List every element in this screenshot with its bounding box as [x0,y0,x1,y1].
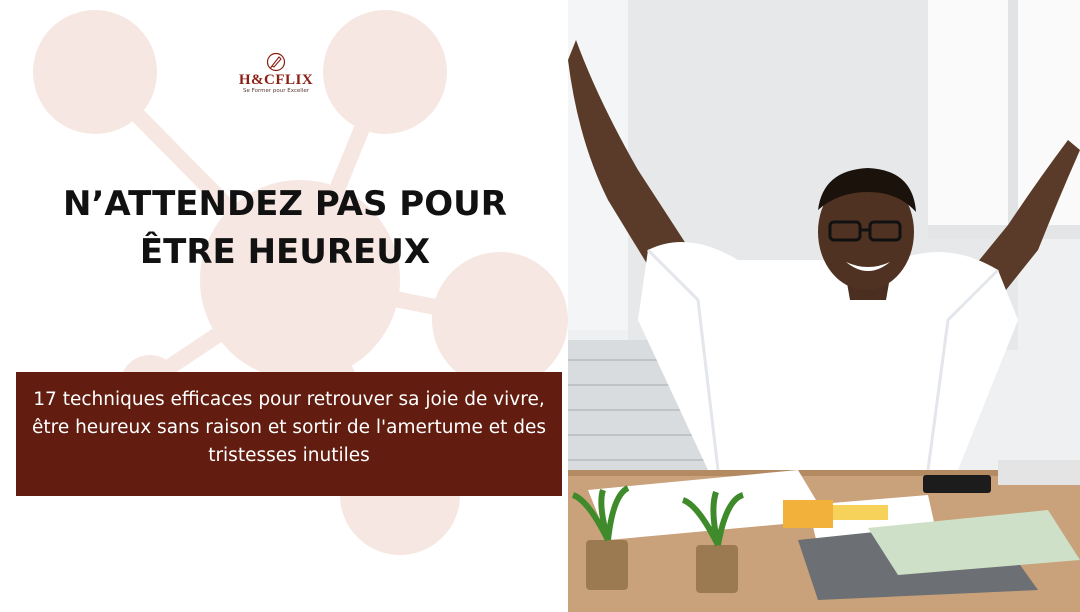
subtitle-text: 17 techniques efficaces pour retrouver s… [31,389,546,466]
brand-name: H&CFLIX [238,72,314,88]
page-title: N’ATTENDEZ PAS POUR ÊTRE HEUREUX [20,180,550,276]
title-line-2: ÊTRE HEUREUX [139,232,431,272]
title-line-1: N’ATTENDEZ PAS POUR [63,184,507,224]
brand-tagline: Se Former pour Exceller [243,88,309,94]
pen-nib-icon [266,52,286,72]
brand-logo: H&CFLIX Se Former pour Exceller [226,52,326,96]
photo-illustration [568,0,1080,612]
cover-page: H&CFLIX Se Former pour Exceller N’ATTEND… [0,0,1080,612]
subtitle-banner: 17 techniques efficaces pour retrouver s… [16,372,562,496]
happy-man-at-desk-photo [568,0,1080,612]
